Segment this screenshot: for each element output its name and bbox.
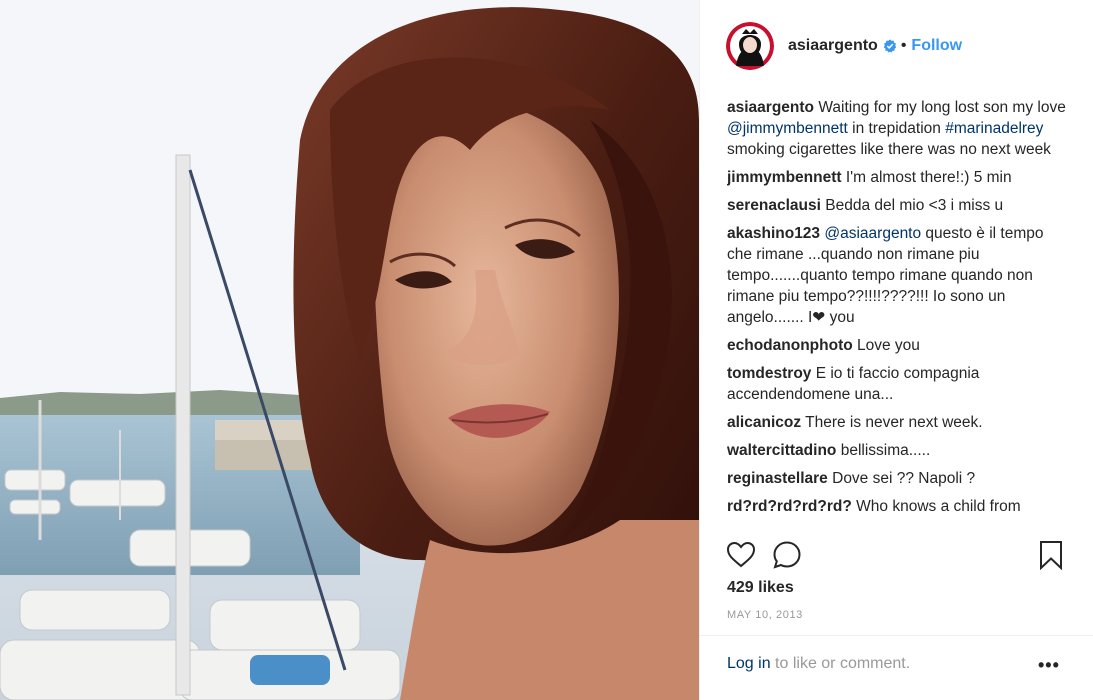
comment-text: There is never next week. [801,414,983,431]
instagram-post: asiaargento • Follow asiaargento Waiting… [0,0,1093,700]
comment-item: waltercittadino bellissima..... [727,440,1067,461]
comment-text: bellissima..... [836,442,931,459]
comment-item: serenaclausi Bedda del mio <3 i miss u [727,195,1067,216]
caption-text-2: in trepidation [847,120,946,137]
comment-item: reginastellare Dove sei ?? Napoli ? [727,468,1067,489]
comment-text: Dove sei ?? Napoli ? [827,470,976,487]
header-separator: • [900,37,907,54]
post-date: MAY 10, 2013 [727,609,803,621]
login-prompt: Log in to like or comment. [727,655,910,673]
comment-username[interactable]: echodanonphoto [727,337,853,354]
heart-icon[interactable] [726,540,756,570]
comment-mention[interactable]: @asiaargento [824,225,921,242]
caption-text-1: Waiting for my long lost son my love [814,99,1066,116]
comment-text: Who knows a child from [851,498,1021,515]
divider [700,635,1093,636]
avatar-image [726,22,774,70]
caption-hashtag[interactable]: #marinadelrey [945,120,1043,137]
comment-text: I'm almost there!:) 5 min [841,169,1012,186]
comment-username[interactable]: alicanicoz [727,414,801,431]
post-photo[interactable] [0,0,699,700]
comment-username[interactable]: jimmymbennett [727,169,842,186]
bookmark-icon[interactable] [1036,540,1066,570]
comment-text: Bedda del mio <3 i miss u [820,197,1004,214]
follow-button[interactable]: Follow [911,37,962,55]
comment-item: rd?rd?rd?rd?rd? Who knows a child from [727,496,1067,517]
post-author-username[interactable]: asiaargento [788,37,878,55]
caption-username[interactable]: asiaargento [727,99,814,116]
comment-bubble-icon[interactable] [772,540,802,570]
comment-username[interactable]: waltercittadino [727,442,836,459]
likes-count[interactable]: 429 likes [727,579,794,597]
post-side-panel: asiaargento • Follow asiaargento Waiting… [699,0,1093,700]
comment-item: jimmymbennett I'm almost there!:) 5 min [727,167,1067,188]
post-actions: 429 likes MAY 10, 2013 Log in to like or… [700,528,1093,698]
comment-text: Love you [852,337,920,354]
comment-username[interactable]: reginastellare [727,470,828,487]
more-options-icon[interactable]: ••• [1038,655,1060,676]
comment-username[interactable]: rd?rd?rd?rd?rd? [727,498,852,515]
caption-text-3: smoking cigarettes like there was no nex… [727,141,1051,158]
caption: asiaargento Waiting for my long lost son… [727,97,1067,160]
login-prompt-text: to like or comment. [770,655,911,672]
verified-badge-icon [883,39,897,53]
comment-item: echodanonphoto Love you [727,335,1067,356]
action-icons-row [726,540,1066,570]
comment-item: alicanicoz There is never next week. [727,412,1067,433]
comment-item: akashino123 @asiaargento questo è il tem… [727,223,1067,328]
comment-username[interactable]: akashino123 [727,225,820,242]
comment-username[interactable]: serenaclausi [727,197,821,214]
caption-mention[interactable]: @jimmymbennett [727,120,848,137]
avatar[interactable] [726,22,774,70]
comments-list[interactable]: asiaargento Waiting for my long lost son… [727,97,1067,528]
post-header: asiaargento • Follow [700,0,1093,92]
login-link[interactable]: Log in [727,655,771,672]
comment-item: tomdestroy E io ti faccio compagnia acce… [727,363,1067,405]
selfie-marina-image [0,0,699,700]
comment-username[interactable]: tomdestroy [727,365,811,382]
